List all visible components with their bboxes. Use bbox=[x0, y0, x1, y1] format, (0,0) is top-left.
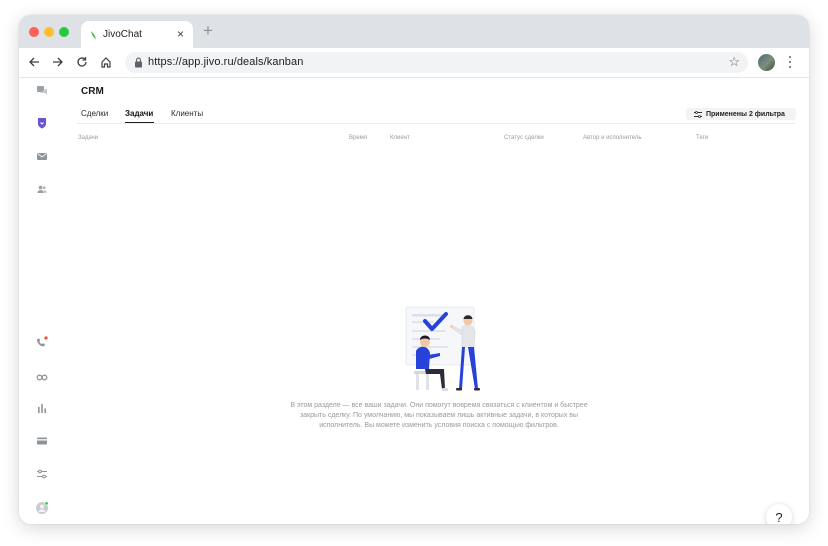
phone-icon[interactable] bbox=[36, 336, 48, 348]
empty-tasks-illustration bbox=[405, 306, 480, 391]
empty-state-message: В этом разделе — все ваши задачи. Они по… bbox=[290, 402, 588, 429]
browser-toolbar: https://app.jivo.ru/deals/kanban ☆ bbox=[19, 48, 809, 78]
sidebar bbox=[19, 78, 65, 524]
browser-window: JivoChat × + https://app.jivo.ru/deals/k… bbox=[19, 15, 809, 524]
profile-avatar[interactable] bbox=[758, 54, 775, 71]
stats-icon[interactable] bbox=[36, 402, 48, 414]
url-text: https://app.jivo.ru/deals/kanban bbox=[148, 56, 304, 68]
forward-arrow-icon[interactable] bbox=[50, 54, 66, 70]
browser-menu-icon[interactable] bbox=[787, 54, 793, 70]
filters-label: Применены 2 фильтра bbox=[706, 110, 785, 118]
tab-deals[interactable]: Сделки bbox=[81, 109, 108, 118]
new-tab-icon[interactable]: + bbox=[203, 22, 213, 40]
bookmark-star-icon[interactable]: ☆ bbox=[728, 55, 740, 69]
browser-tab[interactable]: JivoChat × bbox=[81, 21, 193, 48]
reload-icon[interactable] bbox=[74, 54, 90, 70]
filters-button[interactable]: Применены 2 фильтра bbox=[686, 108, 796, 120]
app-content: CRM Сделки Задачи Клиенты Применены 2 фи… bbox=[19, 78, 809, 524]
tab-tasks[interactable]: Задачи bbox=[125, 109, 153, 118]
tabs-divider bbox=[76, 123, 796, 124]
home-icon[interactable] bbox=[98, 54, 114, 70]
jivochat-favicon-icon bbox=[91, 31, 96, 39]
page-title: CRM bbox=[81, 86, 104, 97]
tab-clients[interactable]: Клиенты bbox=[171, 109, 203, 118]
contacts-icon[interactable] bbox=[36, 183, 48, 195]
address-bar[interactable]: https://app.jivo.ru/deals/kanban ☆ bbox=[125, 52, 748, 73]
column-header-tasks: Задачи bbox=[78, 135, 99, 141]
browser-tab-bar: JivoChat × + bbox=[19, 15, 809, 48]
lock-icon bbox=[135, 57, 142, 68]
column-header-client: Клиент bbox=[390, 135, 410, 141]
tab-title: JivoChat bbox=[103, 29, 142, 40]
minimize-window-button[interactable] bbox=[44, 27, 54, 37]
back-arrow-icon[interactable] bbox=[26, 54, 42, 70]
user-avatar-icon[interactable] bbox=[35, 501, 49, 515]
settings-sliders-icon[interactable] bbox=[36, 468, 48, 480]
crm-shield-icon[interactable] bbox=[36, 117, 48, 129]
column-header-author: Автор и исполнитель bbox=[583, 135, 642, 141]
column-header-time: Время bbox=[349, 135, 368, 141]
chats-icon[interactable] bbox=[36, 85, 48, 97]
filter-sliders-icon bbox=[694, 110, 702, 118]
binoculars-icon[interactable] bbox=[36, 370, 48, 382]
close-window-button[interactable] bbox=[29, 27, 39, 37]
help-button[interactable]: ? bbox=[766, 504, 792, 524]
column-header-tags: Теги bbox=[696, 135, 709, 141]
column-header-deal-status: Статус сделки bbox=[504, 135, 544, 141]
maximize-window-button[interactable] bbox=[59, 27, 69, 37]
mail-icon[interactable] bbox=[36, 150, 48, 162]
billing-icon[interactable] bbox=[36, 435, 48, 447]
close-tab-icon[interactable]: × bbox=[177, 27, 184, 41]
